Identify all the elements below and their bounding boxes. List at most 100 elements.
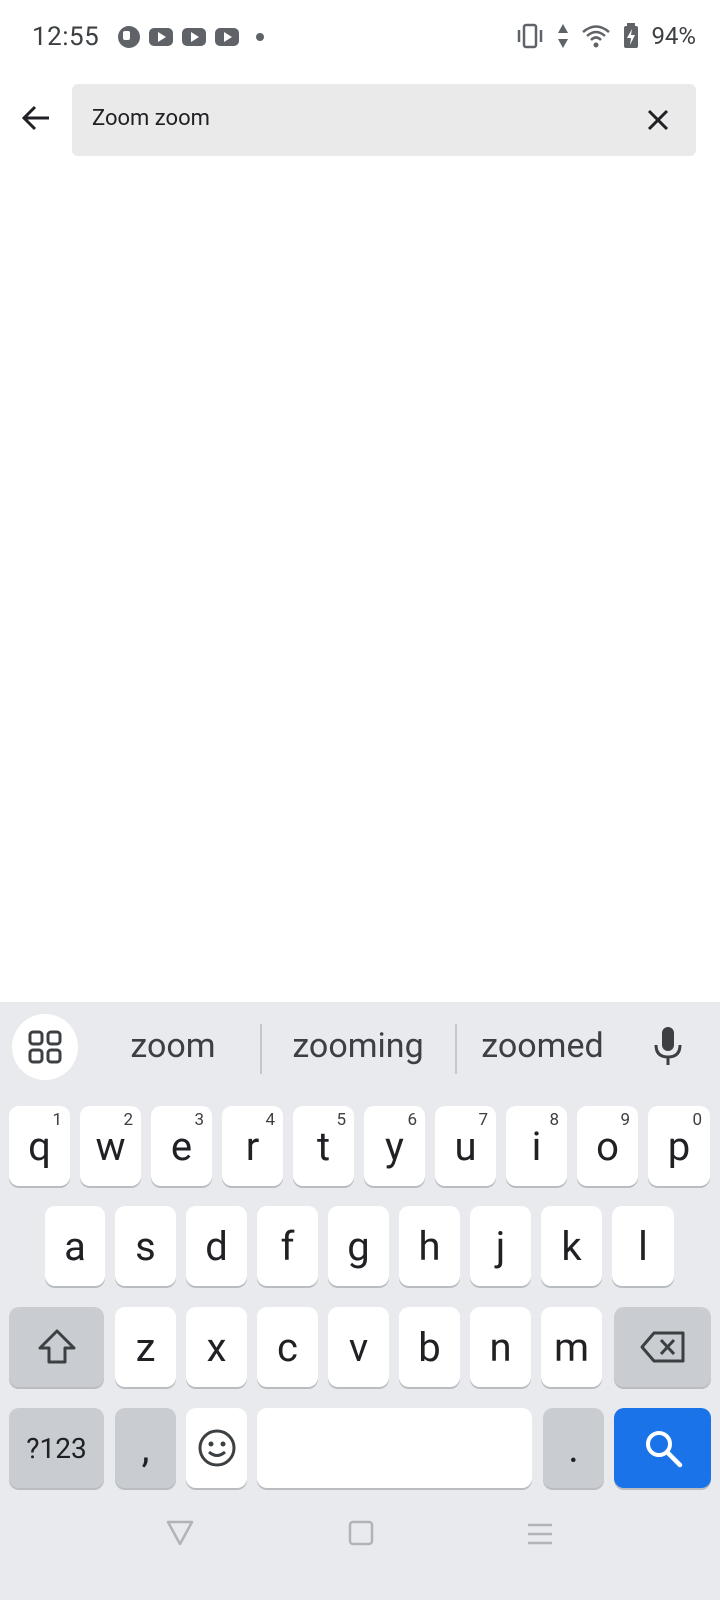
key-k[interactable]: k bbox=[541, 1206, 602, 1286]
key-hint: 6 bbox=[407, 1110, 417, 1130]
wifi-icon bbox=[582, 25, 611, 48]
key-label: l bbox=[638, 1222, 648, 1270]
key-y[interactable]: y6 bbox=[364, 1106, 425, 1186]
key-b[interactable]: b bbox=[399, 1307, 460, 1387]
nav-back-icon[interactable] bbox=[166, 1520, 194, 1546]
key-label: d bbox=[205, 1222, 228, 1270]
key-l[interactable]: l bbox=[612, 1206, 674, 1286]
suggestion-strip: zoom zooming zoomed bbox=[0, 1002, 720, 1090]
key-x[interactable]: x bbox=[186, 1307, 247, 1387]
key-d[interactable]: d bbox=[186, 1206, 247, 1286]
key-hint: 2 bbox=[123, 1110, 133, 1130]
status-bar: 12:55 94% bbox=[0, 0, 720, 80]
notification-icons bbox=[118, 26, 264, 48]
key-hint: 1 bbox=[52, 1110, 62, 1130]
key-label: ?123 bbox=[26, 1431, 87, 1465]
key-z[interactable]: z bbox=[115, 1307, 176, 1387]
search-input[interactable]: Zoom zoom bbox=[72, 84, 696, 156]
microphone-icon bbox=[654, 1027, 682, 1065]
battery-charging-icon bbox=[624, 23, 639, 48]
backspace-key[interactable] bbox=[614, 1307, 711, 1387]
key-label: z bbox=[135, 1323, 156, 1371]
arrow-back-icon bbox=[21, 105, 49, 131]
symbols-key[interactable]: ?123 bbox=[9, 1408, 104, 1488]
suggestion-item[interactable]: zooming bbox=[270, 1026, 446, 1066]
more-notifications-icon bbox=[256, 33, 264, 41]
key-label: x bbox=[206, 1323, 227, 1371]
battery-percent: 94% bbox=[651, 22, 696, 50]
key-label: f bbox=[280, 1222, 295, 1270]
key-r[interactable]: r4 bbox=[222, 1106, 283, 1186]
key-hint: 0 bbox=[692, 1110, 702, 1130]
key-label: q bbox=[28, 1122, 51, 1170]
key-hint: 3 bbox=[194, 1110, 204, 1130]
search-icon bbox=[645, 1431, 682, 1468]
key-c[interactable]: c bbox=[257, 1307, 318, 1387]
comma-key[interactable]: , bbox=[115, 1408, 176, 1488]
vibrate-icon bbox=[518, 23, 543, 49]
period-key[interactable]: . bbox=[543, 1408, 604, 1488]
key-label: e bbox=[170, 1122, 193, 1170]
key-hint: 8 bbox=[549, 1110, 559, 1130]
key-o[interactable]: o9 bbox=[577, 1106, 638, 1186]
suggestion-divider bbox=[455, 1024, 457, 1074]
space-key[interactable] bbox=[257, 1408, 532, 1488]
key-label: g bbox=[347, 1222, 370, 1270]
shift-icon bbox=[38, 1329, 75, 1364]
key-label: c bbox=[277, 1323, 298, 1371]
back-button[interactable] bbox=[14, 96, 58, 140]
key-label: k bbox=[561, 1222, 582, 1270]
key-a[interactable]: a bbox=[45, 1206, 105, 1286]
key-g[interactable]: g bbox=[328, 1206, 389, 1286]
key-i[interactable]: i8 bbox=[506, 1106, 567, 1186]
keyboard-apps-button[interactable] bbox=[12, 1014, 78, 1080]
data-transfer-icon bbox=[558, 24, 569, 48]
grid-icon bbox=[28, 1030, 62, 1064]
key-j[interactable]: j bbox=[470, 1206, 531, 1286]
key-s[interactable]: s bbox=[115, 1206, 176, 1286]
key-label: v bbox=[348, 1323, 369, 1371]
key-hint: 4 bbox=[265, 1110, 275, 1130]
key-m[interactable]: m bbox=[541, 1307, 602, 1387]
key-label: m bbox=[553, 1323, 590, 1371]
key-p[interactable]: p0 bbox=[648, 1106, 710, 1186]
suggestion-item[interactable]: zoom bbox=[100, 1026, 246, 1066]
key-label: , bbox=[141, 1424, 150, 1472]
key-f[interactable]: f bbox=[257, 1206, 318, 1286]
system-navigation-bar bbox=[0, 1490, 720, 1600]
key-n[interactable]: n bbox=[470, 1307, 531, 1387]
key-label: . bbox=[568, 1424, 579, 1472]
key-w[interactable]: w2 bbox=[80, 1106, 141, 1186]
key-h[interactable]: h bbox=[399, 1206, 460, 1286]
search-query-text: Zoom zoom bbox=[92, 106, 210, 131]
key-hint: 9 bbox=[620, 1110, 630, 1130]
search-action-key[interactable] bbox=[614, 1408, 711, 1488]
key-label: i bbox=[531, 1122, 542, 1170]
key-label: r bbox=[245, 1122, 260, 1170]
emoji-icon bbox=[198, 1429, 235, 1467]
key-label: b bbox=[418, 1323, 441, 1371]
shift-key[interactable] bbox=[9, 1307, 104, 1387]
key-v[interactable]: v bbox=[328, 1307, 389, 1387]
nav-menu-icon[interactable] bbox=[526, 1522, 554, 1546]
system-icons: 94% bbox=[515, 22, 696, 50]
nav-home-icon[interactable] bbox=[348, 1520, 374, 1546]
key-hint: 5 bbox=[336, 1110, 346, 1130]
key-label: p bbox=[667, 1122, 691, 1170]
close-icon bbox=[647, 109, 669, 131]
key-q[interactable]: q1 bbox=[9, 1106, 70, 1186]
emoji-key[interactable] bbox=[186, 1408, 247, 1488]
key-label: t bbox=[316, 1122, 331, 1170]
key-label: o bbox=[596, 1122, 619, 1170]
key-label: h bbox=[418, 1222, 441, 1270]
key-e[interactable]: e3 bbox=[151, 1106, 212, 1186]
key-label: u bbox=[454, 1122, 477, 1170]
youtube-icon bbox=[182, 28, 206, 46]
voice-input-button[interactable] bbox=[644, 1022, 692, 1070]
suggestion-item[interactable]: zoomed bbox=[465, 1026, 620, 1066]
key-label: j bbox=[495, 1222, 506, 1270]
youtube-icon bbox=[215, 28, 239, 46]
clear-search-button[interactable] bbox=[636, 98, 680, 142]
key-u[interactable]: u7 bbox=[435, 1106, 496, 1186]
key-t[interactable]: t5 bbox=[293, 1106, 354, 1186]
